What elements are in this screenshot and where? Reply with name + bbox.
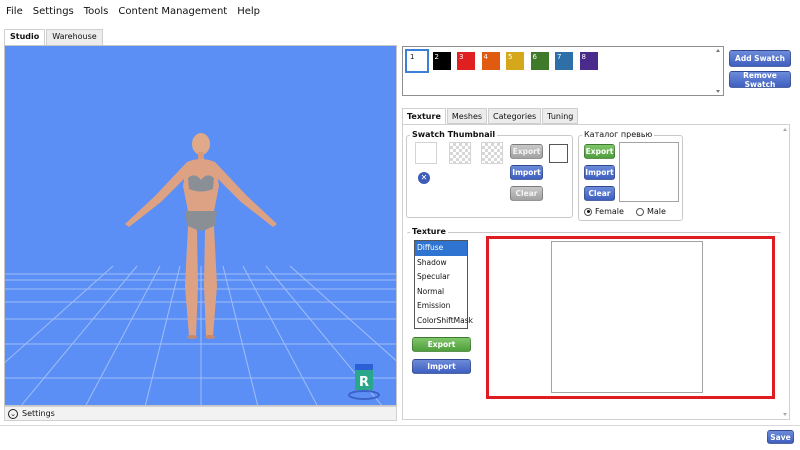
tab-categories[interactable]: Categories (488, 108, 542, 124)
panel-tabs: Texture Meshes Categories Tuning (402, 108, 579, 124)
tab-tuning[interactable]: Tuning (542, 108, 579, 124)
remove-swatch-button[interactable]: Remove Swatch (729, 71, 791, 89)
gender-selector: Female Male (584, 207, 666, 216)
radio-male-label: Male (646, 207, 666, 216)
catalog-import-button[interactable]: Import (584, 165, 615, 180)
swatch-1[interactable]: 1 (405, 49, 429, 73)
tab-warehouse[interactable]: Warehouse (46, 29, 103, 45)
viewport-settings-bar[interactable]: ⌄ Settings (4, 406, 397, 421)
texture-type-list[interactable]: Diffuse Shadow Specular Normal Emission … (414, 240, 473, 329)
texture-option-specular[interactable]: Specular (415, 270, 467, 285)
texture-export-button[interactable]: Export (412, 337, 471, 352)
add-swatch-button[interactable]: Add Swatch (729, 50, 791, 67)
model-viewport[interactable]: R (4, 45, 397, 406)
menu-bar: File Settings Tools Content Management H… (0, 0, 800, 22)
thumbnail-color-box (549, 144, 568, 163)
menu-tools[interactable]: Tools (84, 6, 109, 17)
texture-option-colorshiftmask[interactable]: ColorShiftMask (415, 314, 473, 329)
texture-preview-image (551, 241, 703, 393)
catalog-preview-image (619, 142, 679, 202)
swatch-3[interactable]: 3 (457, 52, 475, 70)
floor-grid (5, 133, 396, 405)
thumbnail-blank (415, 142, 437, 164)
swatch-7[interactable]: 7 (555, 52, 573, 70)
swatch-8[interactable]: 8 (579, 52, 598, 70)
catalog-clear-button[interactable]: Clear (584, 186, 615, 201)
r-logo-letter: R (359, 375, 369, 390)
tab-studio[interactable]: Studio (4, 29, 46, 45)
swatch-6[interactable]: 6 (530, 52, 549, 70)
swatch-5[interactable]: 5 (506, 52, 524, 70)
thumbnail-transparent-2 (481, 142, 503, 164)
r-logo-icon: R (348, 364, 380, 400)
texture-option-emission[interactable]: Emission (415, 299, 467, 314)
texture-option-shadow[interactable]: Shadow (415, 256, 467, 271)
radio-female[interactable] (584, 207, 592, 216)
tab-meshes[interactable]: Meshes (446, 108, 488, 124)
remove-thumbnail-icon[interactable]: ✕ (418, 172, 430, 184)
swatch-2[interactable]: 2 (432, 52, 451, 70)
tab-texture[interactable]: Texture (402, 108, 446, 124)
swatch-4[interactable]: 4 (481, 52, 500, 70)
texture-option-normal[interactable]: Normal (415, 285, 467, 300)
thumbnail-transparent-1 (449, 142, 471, 164)
menu-file[interactable]: File (6, 6, 23, 17)
settings-label: Settings (22, 409, 55, 418)
texture-title: Texture (410, 227, 448, 236)
thumbnail-export-button[interactable]: Export (510, 144, 543, 159)
catalog-export-button[interactable]: Export (584, 144, 615, 159)
panel-scrollbar[interactable] (781, 126, 789, 418)
swatch-strip: 12345678 (402, 46, 724, 96)
menu-content-management[interactable]: Content Management (118, 6, 227, 17)
thumbnail-clear-button[interactable]: Clear (510, 186, 543, 201)
save-button[interactable]: Save (767, 430, 794, 444)
radio-female-label: Female (595, 207, 624, 216)
catalog-preview-title: Каталог превью (582, 130, 655, 139)
thumbnail-import-button[interactable]: Import (510, 165, 543, 180)
studio-tabs: Studio Warehouse (4, 29, 104, 45)
texture-import-button[interactable]: Import (412, 359, 471, 374)
swatch-thumbnail-title: Swatch Thumbnail (410, 130, 498, 139)
footer-divider (0, 425, 800, 426)
chevron-down-icon[interactable]: ⌄ (8, 408, 18, 419)
radio-male[interactable] (635, 207, 644, 216)
texture-option-diffuse[interactable]: Diffuse (415, 241, 467, 256)
swatch-scrollbar[interactable] (714, 48, 722, 94)
menu-settings[interactable]: Settings (33, 6, 74, 17)
menu-help[interactable]: Help (237, 6, 260, 17)
